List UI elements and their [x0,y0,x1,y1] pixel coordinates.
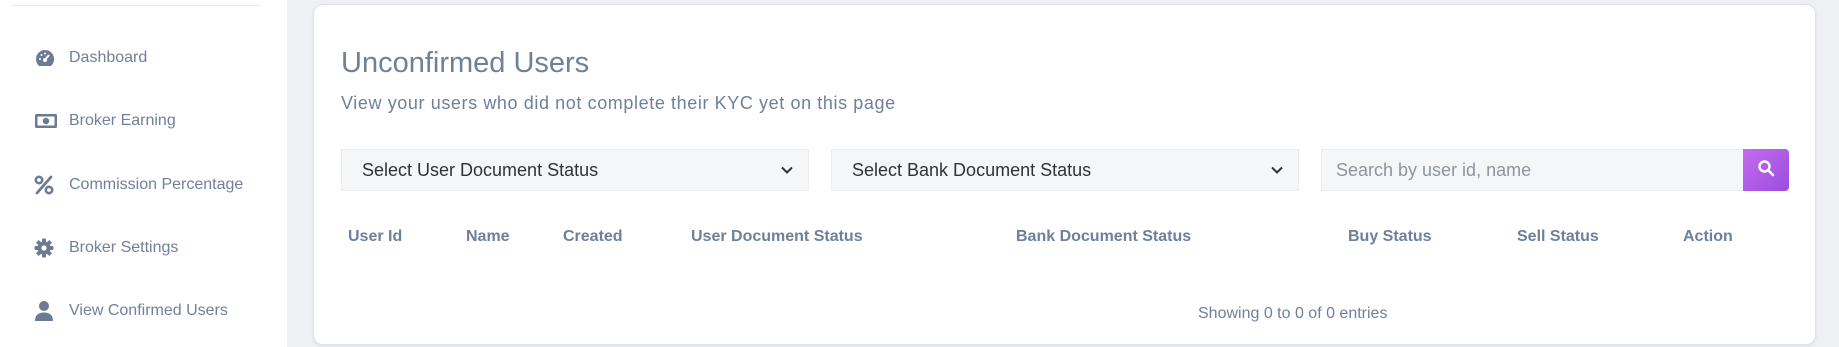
sidebar-item-label: Commission Percentage [69,176,244,193]
column-header-name[interactable]: Name [466,228,510,246]
chevron-down-icon [780,163,794,177]
sidebar-item-label: Dashboard [69,49,148,66]
sidebar-item-label: View Confirmed Users [69,302,228,319]
dashboard-gauge-icon [34,46,60,70]
column-header-sell-status[interactable]: Sell Status [1517,228,1599,246]
user-icon [34,299,60,323]
user-document-status-select[interactable]: Select User Document Status [341,149,809,191]
column-header-buy-status[interactable]: Buy Status [1348,228,1432,246]
bank-document-status-select[interactable]: Select Bank Document Status [831,149,1299,191]
search-input[interactable] [1321,149,1743,191]
page-title: Unconfirmed Users [341,47,590,79]
search-button[interactable] [1743,149,1789,191]
sidebar-item-broker-earning[interactable]: Broker Earning [34,107,176,135]
column-header-user-id[interactable]: User Id [348,228,402,246]
sidebar-item-label: Broker Earning [69,112,176,129]
column-header-created[interactable]: Created [563,228,623,246]
unconfirmed-users-card: Unconfirmed Users View your users who di… [313,4,1816,345]
gear-icon [34,236,60,260]
money-bill-icon [34,109,60,133]
search-icon [1757,159,1775,182]
pagination-info: Showing 0 to 0 of 0 entries [1198,305,1388,322]
sidebar-item-label: Broker Settings [69,239,179,256]
sidebar-divider [12,5,260,6]
column-header-bank-document-status[interactable]: Bank Document Status [1016,228,1191,246]
sidebar: Dashboard Broker Earning Commission Perc… [0,0,287,347]
sidebar-item-broker-settings[interactable]: Broker Settings [34,234,178,262]
column-header-action[interactable]: Action [1683,228,1733,246]
sidebar-item-view-confirmed-users[interactable]: View Confirmed Users [34,297,228,325]
sidebar-item-commission-percentage[interactable]: Commission Percentage [34,171,243,199]
chevron-down-icon [1270,163,1284,177]
percent-icon [34,173,60,197]
select-value: Select Bank Document Status [852,159,1092,180]
column-header-user-document-status[interactable]: User Document Status [691,228,863,246]
search-group [1321,149,1789,191]
select-value: Select User Document Status [362,159,599,180]
page-subtitle: View your users who did not complete the… [341,93,896,113]
sidebar-item-dashboard[interactable]: Dashboard [34,44,147,72]
